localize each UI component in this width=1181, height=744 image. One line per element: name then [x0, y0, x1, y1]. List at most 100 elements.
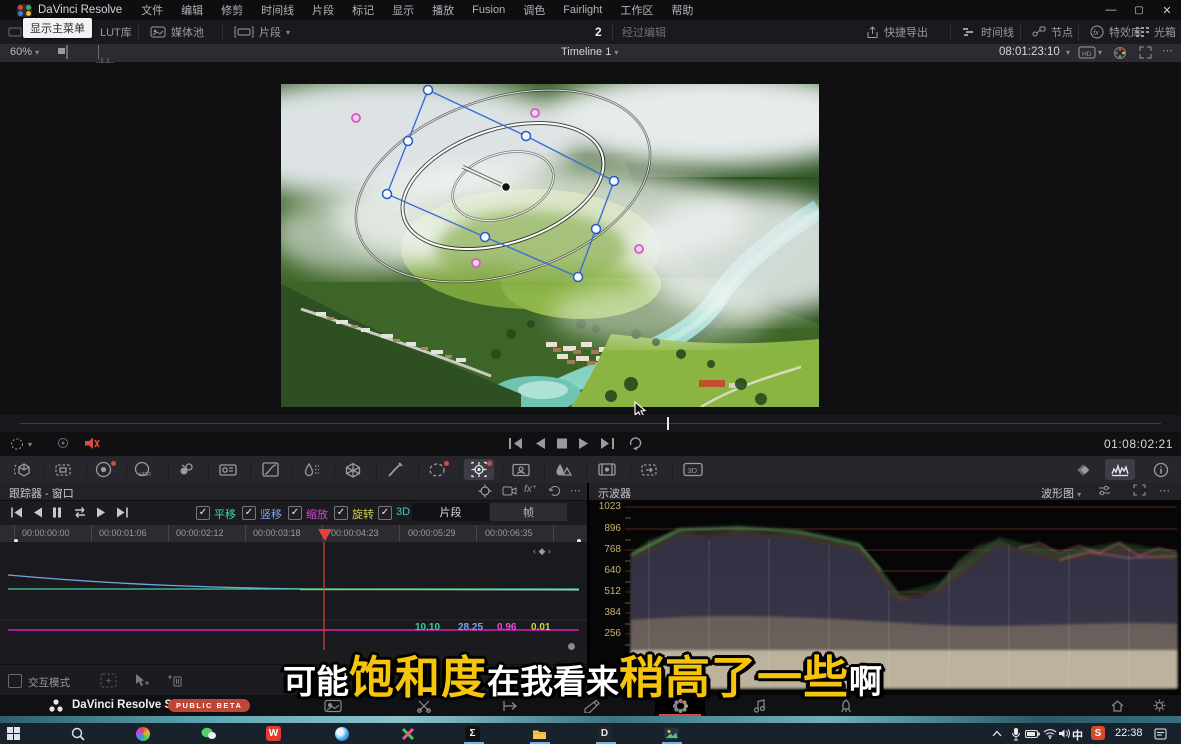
- timecode-chevron-icon[interactable]: ▾: [1066, 48, 1070, 57]
- clip-timecode[interactable]: 01:08:02:21: [1104, 437, 1173, 451]
- console-icon[interactable]: [8, 20, 22, 44]
- overlay-chevron-icon[interactable]: ▾: [28, 440, 32, 449]
- gallery-grab-icon[interactable]: [1113, 46, 1127, 60]
- scope-mode-select[interactable]: 波形图 ▾: [1041, 485, 1081, 501]
- zoom-checkbox[interactable]: ✓: [288, 506, 302, 520]
- minimize-button[interactable]: —: [1097, 0, 1125, 20]
- tracker-reset-icon[interactable]: [548, 484, 561, 497]
- curves-icon[interactable]: [255, 459, 285, 480]
- play-button[interactable]: [578, 437, 590, 450]
- rotate-checkbox[interactable]: ✓: [334, 506, 348, 520]
- tracker-ruler[interactable]: 00:00:00:00 00:00:01:06 00:00:02:12 00:0…: [0, 525, 587, 543]
- blur-palette-icon[interactable]: [548, 459, 578, 480]
- color-warper-icon[interactable]: [338, 459, 368, 480]
- microphone-tray-icon[interactable]: [1007, 725, 1024, 742]
- stop-button[interactable]: [556, 437, 568, 450]
- tracker-camera-icon[interactable]: [502, 484, 517, 497]
- qualifier-droplet-icon[interactable]: [296, 459, 326, 480]
- window-palette-icon[interactable]: [422, 459, 452, 480]
- go-to-start-button[interactable]: [508, 437, 523, 450]
- info-icon[interactable]: [1146, 459, 1176, 480]
- stereo-3d-icon[interactable]: 3D: [678, 459, 708, 480]
- color-match-icon[interactable]: [213, 459, 243, 480]
- quick-export-button[interactable]: 快捷导出: [866, 20, 928, 44]
- menu-fairlight[interactable]: Fairlight: [554, 4, 611, 16]
- format-hd-icon[interactable]: HD: [1078, 46, 1096, 59]
- scrub-playhead[interactable]: [667, 417, 669, 430]
- file-explorer-icon[interactable]: [531, 725, 548, 742]
- browser-app-icon[interactable]: [134, 725, 151, 742]
- davinci-taskbar-icon[interactable]: D: [597, 726, 612, 741]
- clock[interactable]: 22:38: [1115, 727, 1143, 739]
- expand-viewer-icon[interactable]: [1139, 46, 1152, 59]
- menu-workspace[interactable]: 工作区: [611, 2, 662, 18]
- speaker-tray-icon[interactable]: [1056, 725, 1073, 742]
- scopes-icon[interactable]: [1105, 459, 1135, 480]
- color-wheels-icon[interactable]: [88, 459, 118, 480]
- media-pool-button[interactable]: 媒体池: [150, 20, 204, 44]
- scope-expand-icon[interactable]: [1133, 484, 1146, 496]
- settings-gear-icon[interactable]: [1142, 696, 1176, 715]
- effects-library-button[interactable]: fx 特效库: [1090, 20, 1142, 44]
- start-button[interactable]: [5, 725, 22, 742]
- black-e-app-icon[interactable]: Σ: [465, 726, 480, 741]
- unmix-icon[interactable]: [56, 437, 70, 450]
- loop-button[interactable]: [628, 436, 643, 450]
- pan-checkbox[interactable]: ✓: [196, 506, 210, 520]
- tilt-checkbox[interactable]: ✓: [242, 506, 256, 520]
- tracker-options-button[interactable]: ⋯: [570, 484, 581, 497]
- wps-app-icon[interactable]: W: [266, 726, 281, 741]
- color-slice-icon[interactable]: [172, 459, 202, 480]
- menu-view[interactable]: 显示: [383, 2, 423, 18]
- tracker-playhead-marker[interactable]: [317, 529, 333, 542]
- blue-browser-app-icon[interactable]: [333, 725, 350, 742]
- insert-tracker-box-icon[interactable]: [100, 673, 117, 688]
- viewer-options-button[interactable]: ⋯: [1162, 44, 1173, 57]
- menu-playback[interactable]: 播放: [423, 2, 463, 18]
- menu-edit[interactable]: 编辑: [172, 2, 212, 18]
- sizing-icon[interactable]: [48, 459, 78, 480]
- battery-tray-icon[interactable]: [1024, 725, 1041, 742]
- track-bidirectional-button[interactable]: [72, 506, 88, 519]
- step-back-button[interactable]: [534, 437, 546, 450]
- magic-mask-icon[interactable]: [506, 459, 536, 480]
- scope-settings-icon[interactable]: [1097, 484, 1112, 497]
- menu-color[interactable]: 调色: [514, 2, 554, 18]
- viewer-scrub-bar[interactable]: [0, 415, 1181, 432]
- app-logo-icon[interactable]: [17, 4, 32, 17]
- keyframe-nav-prev-icon[interactable]: ‹ ◆ ›: [533, 546, 551, 557]
- sogou-ime-icon[interactable]: S: [1091, 726, 1105, 740]
- timeline-timecode[interactable]: 08:01:23:10: [999, 46, 1060, 58]
- home-icon[interactable]: [1100, 696, 1134, 715]
- delete-tracker-point-icon[interactable]: [166, 673, 182, 688]
- menu-file[interactable]: 文件: [132, 2, 172, 18]
- video-frame[interactable]: [281, 84, 819, 407]
- search-icon[interactable]: [69, 725, 86, 742]
- maximize-button[interactable]: ▢: [1125, 0, 1153, 20]
- track-reverse-to-start-button[interactable]: [10, 507, 23, 518]
- hdr-wheels-icon[interactable]: HDR: [128, 459, 158, 480]
- track-forward-button[interactable]: [96, 507, 107, 518]
- single-viewer-icon[interactable]: [66, 45, 68, 59]
- tab-frame[interactable]: 帧: [490, 503, 567, 521]
- menu-clip[interactable]: 片段: [303, 2, 343, 18]
- menu-trim[interactable]: 修剪: [212, 2, 252, 18]
- tracker-graph[interactable]: ‹ ◆ › 10.10 28.25 0.96 0.01: [0, 542, 587, 650]
- timeline-selector[interactable]: Timeline 1 ▾: [561, 46, 618, 58]
- colorful-x-app-icon[interactable]: [399, 725, 416, 742]
- tracker-target-icon[interactable]: [478, 484, 492, 498]
- lut-library-button[interactable]: LUT库: [100, 20, 132, 44]
- tray-expand-icon[interactable]: [988, 725, 1005, 742]
- nodes-panel-button[interactable]: 节点: [1032, 20, 1073, 44]
- clip-selector-button[interactable]: 片段 ▾: [234, 20, 290, 44]
- track-forward-to-end-button[interactable]: [116, 507, 129, 518]
- eyedropper-icon[interactable]: [380, 459, 410, 480]
- timeline-panel-button[interactable]: 时间线: [962, 20, 1014, 44]
- power-window-overlay[interactable]: [281, 84, 819, 407]
- menu-help[interactable]: 帮助: [662, 2, 702, 18]
- photos-app-icon[interactable]: [663, 725, 680, 742]
- add-tracker-point-icon[interactable]: [134, 673, 150, 688]
- interactive-mode-checkbox[interactable]: [8, 674, 22, 688]
- menu-mark[interactable]: 标记: [343, 2, 383, 18]
- menu-fusion[interactable]: Fusion: [463, 4, 514, 16]
